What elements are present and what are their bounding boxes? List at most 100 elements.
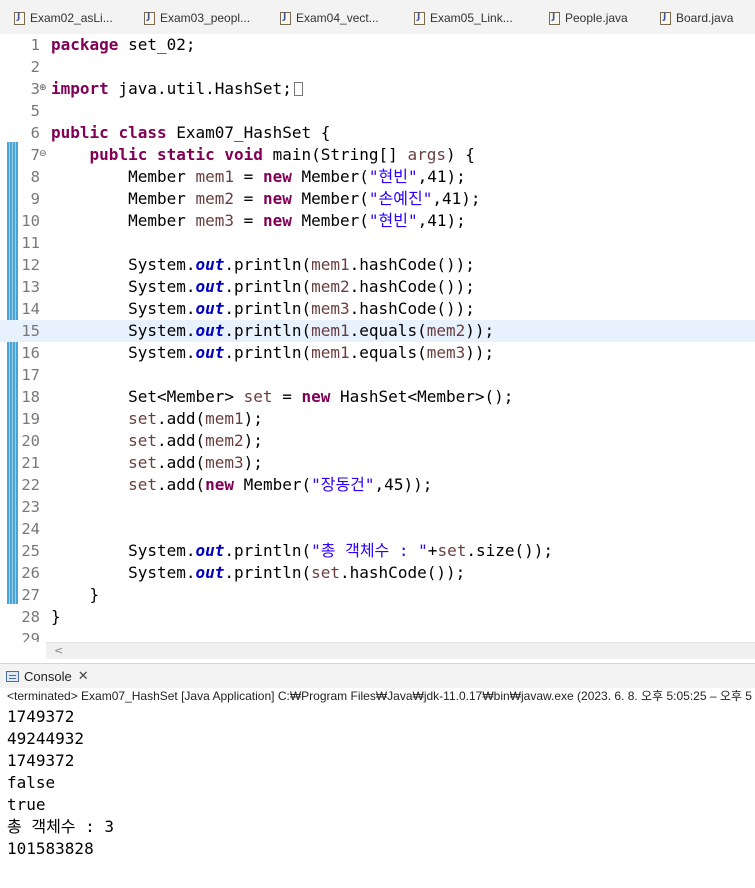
- line-number: 6: [30, 124, 40, 142]
- line-code: public class Exam07_HashSet {: [51, 123, 331, 142]
- plus-circle-icon[interactable]: ⊕: [39, 84, 47, 93]
- line-number: 29: [21, 630, 40, 642]
- code-line: 10 Member mem3 = new Member("현빈",41);: [0, 210, 755, 232]
- code-line: 7 ⊖ public static void main(String[] arg…: [0, 144, 755, 166]
- console-output-line: 101583828: [7, 839, 94, 858]
- line-number: 27: [21, 586, 40, 604]
- line-number: 15: [21, 322, 40, 340]
- line-number: 7: [30, 146, 40, 164]
- tab-exam04[interactable]: Exam04_vect...: [280, 8, 379, 28]
- code-line-current: 15 System.out.println(mem1.equals(mem2))…: [0, 320, 755, 342]
- line-number: 19: [21, 410, 40, 428]
- line-number: 8: [30, 168, 40, 186]
- line-number: 13: [21, 278, 40, 296]
- code-line: 25 System.out.println("총 객체수 : "+set.siz…: [0, 540, 755, 562]
- console-output-line: 총 객체수 : 3: [7, 817, 115, 836]
- console-icon: [6, 670, 19, 682]
- tab-exam02[interactable]: Exam02_asLi...: [14, 8, 113, 28]
- code-line: 1 package set_02;: [0, 34, 755, 56]
- code-line: 2: [0, 56, 755, 78]
- code-line: 13 System.out.println(mem2.hashCode());: [0, 276, 755, 298]
- tab-exam03[interactable]: Exam03_peopl...: [144, 8, 250, 28]
- line-code: Member mem1 = new Member("현빈",41);: [51, 167, 466, 186]
- horizontal-scrollbar[interactable]: <: [46, 642, 755, 659]
- line-number: 14: [21, 300, 40, 318]
- tab-people[interactable]: People.java: [549, 8, 628, 28]
- line-code: import java.util.HashSet;: [51, 78, 303, 100]
- line-number: 5: [30, 102, 40, 120]
- line-number: 16: [21, 344, 40, 362]
- line-number: 24: [21, 520, 40, 538]
- line-code: System.out.println(set.hashCode());: [51, 563, 466, 582]
- line-code: System.out.println(mem3.hashCode());: [51, 299, 475, 318]
- line-number: 22: [21, 476, 40, 494]
- tab-label: Board.java: [676, 11, 734, 25]
- line-code: System.out.println(mem1.hashCode());: [51, 255, 475, 274]
- tab-label: Exam03_peopl...: [160, 11, 251, 25]
- tab-label: Exam05_Link...: [430, 11, 513, 25]
- line-number: 20: [21, 432, 40, 450]
- code-line: 27 }: [0, 584, 755, 606]
- line-code: set.add(mem1);: [128, 409, 263, 428]
- code-line: 24: [0, 518, 755, 540]
- line-code: set.add(mem3);: [128, 453, 263, 472]
- code-line: 6 public class Exam07_HashSet {: [0, 122, 755, 144]
- scroll-left-arrow-icon[interactable]: <: [54, 644, 63, 657]
- line-number: 25: [21, 542, 40, 560]
- code-line: 20 set.add(mem2);: [0, 430, 755, 452]
- line-code: System.out.println("총 객체수 : "+set.size()…: [51, 541, 554, 560]
- code-line: 19 set.add(mem1);: [0, 408, 755, 430]
- line-code: public static void main(String[] args) {: [89, 145, 475, 164]
- line-code: set.add(new Member("장동건",45));: [128, 475, 433, 494]
- code-line: 18 Set<Member> set = new HashSet<Member>…: [0, 386, 755, 408]
- line-code: System.out.println(mem1.equals(mem2));: [51, 321, 495, 340]
- line-number: 1: [30, 36, 40, 54]
- java-file-icon: [144, 11, 155, 25]
- line-number: 3: [30, 80, 40, 98]
- editor-tab-bar: Exam02_asLi... Exam03_peopl... Exam04_ve…: [0, 0, 755, 35]
- minus-circle-icon[interactable]: ⊖: [39, 150, 47, 159]
- close-icon[interactable]: ✕: [78, 668, 89, 684]
- line-number: 17: [21, 366, 40, 384]
- folded-block-icon[interactable]: [293, 82, 303, 96]
- line-code: }: [51, 585, 100, 604]
- code-line: 17: [0, 364, 755, 386]
- code-line: 12 System.out.println(mem1.hashCode());: [0, 254, 755, 276]
- tab-board[interactable]: Board.java: [660, 8, 733, 28]
- console-output-line: 1749372: [7, 751, 75, 770]
- line-code: System.out.println(mem1.equals(mem3));: [51, 343, 495, 362]
- console-output-line: false: [7, 773, 56, 792]
- line-number: 10: [21, 212, 40, 230]
- code-line: 28 }: [0, 606, 755, 628]
- code-line: 22 set.add(new Member("장동건",45));: [0, 474, 755, 496]
- line-code: }: [51, 607, 61, 626]
- line-code: package set_02;: [51, 35, 196, 54]
- tab-label: Exam02_asLi...: [30, 11, 113, 25]
- code-line: 26 System.out.println(set.hashCode());: [0, 562, 755, 584]
- line-number: 21: [21, 454, 40, 472]
- console-header: Console ✕: [0, 663, 755, 688]
- console-output[interactable]: 1749372 49244932 1749372 false true 총 객체수 : 3…: [7, 706, 114, 860]
- code-editor[interactable]: 1 package set_02; 2 3 ⊕ import java.util…: [0, 34, 755, 642]
- code-line: 23: [0, 496, 755, 518]
- tab-label: Exam04_vect...: [296, 11, 379, 25]
- line-number: 23: [21, 498, 40, 516]
- tab-exam05[interactable]: Exam05_Link...: [414, 8, 513, 28]
- code-line: 5: [0, 100, 755, 122]
- line-number: 9: [30, 190, 40, 208]
- console-output-line: true: [7, 795, 46, 814]
- code-line: 3 ⊕ import java.util.HashSet;: [0, 78, 755, 100]
- java-file-icon: [549, 11, 560, 25]
- console-tab-label: Console: [24, 668, 72, 684]
- code-line: 29: [0, 628, 755, 642]
- console-output-line: 1749372: [7, 707, 75, 726]
- line-code: Member mem3 = new Member("현빈",41);: [51, 211, 466, 230]
- code-line: 21 set.add(mem3);: [0, 452, 755, 474]
- code-line: 8 Member mem1 = new Member("현빈",41);: [0, 166, 755, 188]
- java-file-icon: [280, 11, 291, 25]
- java-file-icon: [660, 11, 671, 25]
- console-output-line: 49244932: [7, 729, 85, 748]
- tab-console[interactable]: Console ✕: [6, 667, 89, 685]
- line-code: System.out.println(mem2.hashCode());: [51, 277, 475, 296]
- code-line: 16 System.out.println(mem1.equals(mem3))…: [0, 342, 755, 364]
